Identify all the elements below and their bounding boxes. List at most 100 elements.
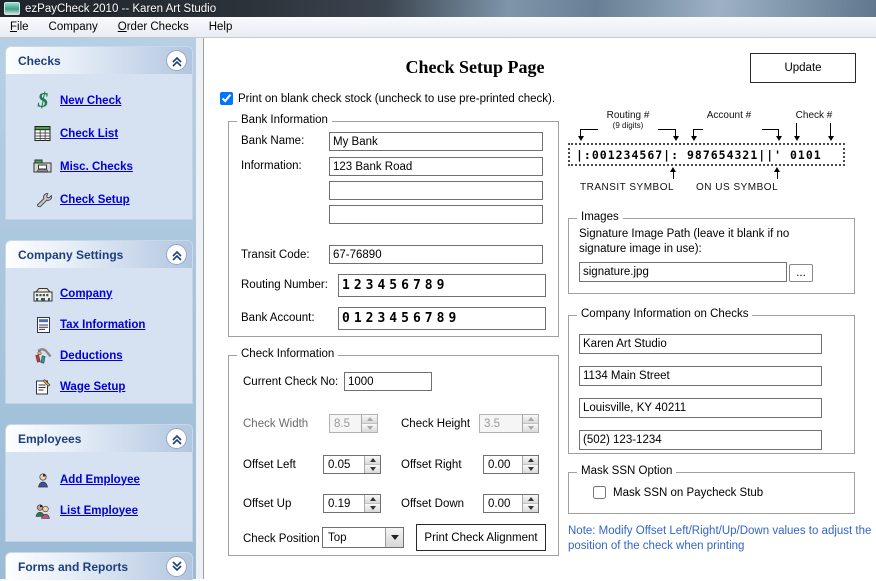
sidebar-section-company-settings: Company Settings Company — [5, 240, 193, 404]
routing-number-label: Routing Number: — [241, 279, 328, 291]
selected-value: Top — [323, 528, 385, 547]
menu-order-checks[interactable]: Order Checks — [108, 17, 199, 37]
check-number-label: Check # — [790, 110, 838, 121]
spin-up-icon[interactable] — [365, 495, 380, 504]
blank-stock-checkbox[interactable] — [220, 92, 233, 105]
browse-button[interactable]: ... — [789, 264, 813, 282]
sidebar-item-check-setup[interactable]: Check Setup — [6, 183, 192, 216]
misc-checks-icon — [26, 159, 60, 174]
sidebar-item-label[interactable]: Tax Information — [60, 319, 145, 331]
sidebar-item-label[interactable]: Company — [60, 288, 112, 300]
mask-ssn-checkbox[interactable] — [593, 486, 606, 499]
routing-number-input[interactable] — [338, 274, 546, 297]
current-check-no-input[interactable] — [344, 372, 432, 391]
signature-path-input[interactable] — [579, 262, 787, 282]
bank-information-input-2[interactable] — [329, 181, 543, 200]
company-icon — [26, 286, 60, 302]
section-title: Employees — [18, 432, 81, 446]
section-header-forms-reports: Forms and Reports — [5, 552, 193, 580]
group-legend: Company Information on Checks — [577, 308, 752, 320]
arrow-down-icon — [828, 136, 834, 141]
check-information-group: Check Information Current Check No: Chec… — [228, 355, 559, 556]
offset-down-spinner[interactable]: 0.00 — [483, 494, 539, 513]
offset-right-spinner[interactable]: 0.00 — [483, 455, 539, 474]
section-body-checks: $ New Check Check List — [5, 74, 193, 220]
check-width-spinner: 8.5 — [329, 414, 378, 433]
bracket-line — [693, 129, 703, 130]
blank-stock-label: Print on blank check stock (uncheck to u… — [238, 93, 555, 105]
routing-digits-note: (9 digits) — [593, 121, 663, 130]
sidebar-item-add-employee[interactable]: Add Employee — [6, 464, 192, 495]
spin-up-icon[interactable] — [365, 456, 380, 465]
bank-account-label: Bank Account: — [241, 312, 315, 324]
sidebar-item-deductions[interactable]: Deductions — [6, 340, 192, 371]
section-title: Forms and Reports — [18, 560, 128, 574]
collapse-button[interactable] — [166, 244, 187, 265]
offset-up-spinner[interactable]: 0.19 — [323, 494, 381, 513]
sidebar-item-new-check[interactable]: $ New Check — [6, 84, 192, 117]
spin-down-icon — [523, 424, 538, 432]
wage-setup-icon — [26, 378, 60, 396]
menu-help[interactable]: Help — [199, 17, 243, 37]
sidebar-item-company[interactable]: Company — [6, 278, 192, 309]
check-width-label: Check Width — [243, 418, 308, 430]
sidebar-item-check-list[interactable]: Check List — [6, 117, 192, 150]
sidebar-item-wage-setup[interactable]: Wage Setup — [6, 371, 192, 402]
chevron-down-icon — [171, 561, 183, 573]
company-name-input[interactable] — [579, 334, 822, 354]
sidebar-item-label[interactable]: New Check — [60, 95, 121, 107]
arrow-down-icon — [691, 136, 697, 141]
spin-down-icon[interactable] — [365, 465, 380, 473]
sidebar-section-employees: Employees Add Employee — [5, 424, 193, 542]
sidebar-item-label[interactable]: Check List — [60, 128, 118, 140]
sidebar-item-label[interactable]: Check Setup — [60, 194, 130, 206]
spin-down-icon[interactable] — [523, 465, 538, 473]
bracket-line — [675, 129, 676, 136]
current-check-no-label: Current Check No: — [243, 376, 338, 388]
bracket-line — [762, 129, 778, 130]
menu-file[interactable]: File — [0, 17, 39, 37]
collapse-button[interactable] — [166, 50, 187, 71]
list-employee-icon — [26, 503, 60, 519]
bank-name-input[interactable] — [329, 132, 543, 151]
images-group: Images Signature Image Path (leave it bl… — [568, 218, 855, 294]
sidebar-item-label[interactable]: List Employee — [60, 505, 138, 517]
sidebar-item-label[interactable]: Add Employee — [60, 474, 140, 486]
check-position-select[interactable]: Top — [322, 527, 404, 548]
sidebar-item-misc-checks[interactable]: Misc. Checks — [6, 150, 192, 183]
company-city-input[interactable] — [579, 398, 822, 418]
spin-up-icon[interactable] — [523, 495, 538, 504]
dropdown-button[interactable] — [385, 528, 403, 547]
transit-code-input[interactable] — [329, 245, 543, 264]
offset-note: Note: Modify Offset Left/Right/Up/Down v… — [568, 524, 876, 554]
sidebar-item-label[interactable]: Deductions — [60, 350, 123, 362]
arrow-up-icon — [774, 167, 780, 172]
sidebar-item-label[interactable]: Misc. Checks — [60, 161, 133, 173]
spinner-value: 8.5 — [330, 415, 361, 432]
section-header-checks: Checks — [5, 46, 193, 74]
spin-down-icon[interactable] — [523, 504, 538, 512]
bank-information-input-1[interactable] — [329, 157, 543, 176]
bank-information-input-3[interactable] — [329, 205, 543, 224]
section-header-employees: Employees — [5, 424, 193, 452]
update-button[interactable]: Update — [750, 53, 856, 83]
company-phone-input[interactable] — [579, 430, 822, 450]
title-bar: ezPayCheck 2010 -- Karen Art Studio — [0, 0, 876, 17]
offset-left-label: Offset Left — [243, 459, 296, 471]
company-address-input[interactable] — [579, 366, 822, 386]
check-micr-diagram: Routing # (9 digits) Account # Check # |… — [568, 110, 860, 206]
check-list-icon — [26, 125, 60, 142]
collapse-button[interactable] — [166, 428, 187, 449]
print-check-alignment-button[interactable]: Print Check Alignment — [416, 524, 546, 551]
sidebar-item-label[interactable]: Wage Setup — [60, 381, 125, 393]
offset-left-spinner[interactable]: 0.05 — [323, 455, 381, 474]
spin-down-icon[interactable] — [365, 504, 380, 512]
bank-account-input[interactable] — [338, 307, 546, 330]
spin-up-icon[interactable] — [523, 456, 538, 465]
menu-company[interactable]: Company — [39, 17, 108, 37]
offset-up-label: Offset Up — [243, 498, 291, 510]
sidebar-item-list-employee[interactable]: List Employee — [6, 495, 192, 526]
transit-symbol-label: TRANSIT SYMBOL — [580, 182, 674, 193]
sidebar-item-tax-information[interactable]: Tax Information — [6, 309, 192, 340]
expand-button[interactable] — [166, 556, 187, 577]
